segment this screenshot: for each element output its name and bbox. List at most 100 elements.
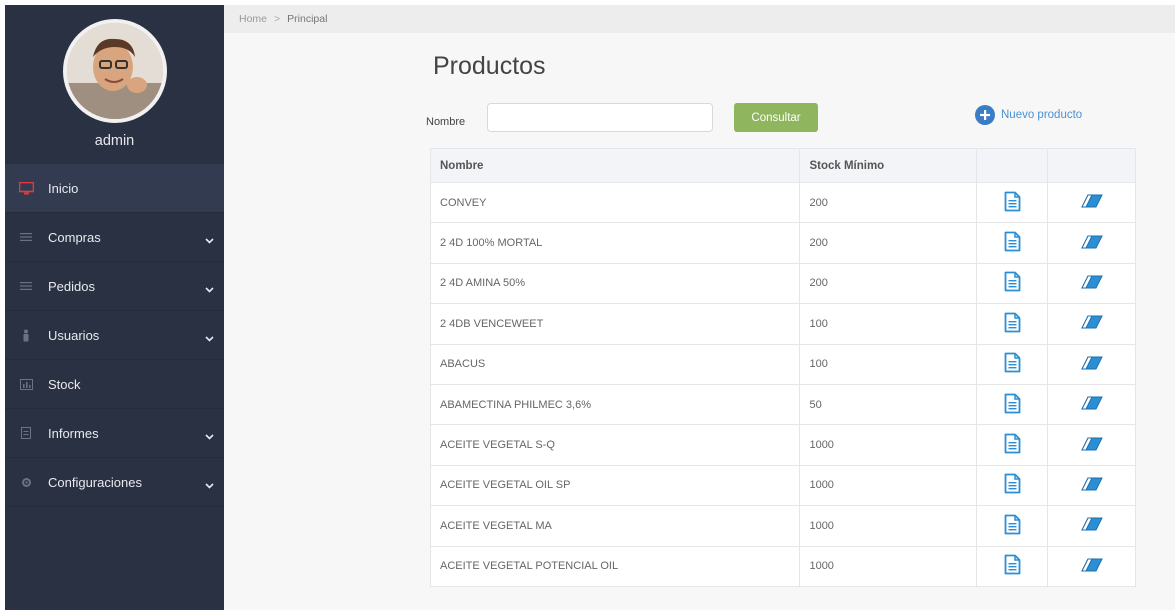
document-icon[interactable] [1004, 554, 1021, 575]
product-name-cell: 2 4D AMINA 50% [429, 262, 801, 305]
sidebar-item-inicio[interactable]: Inicio [5, 164, 224, 213]
document-icon[interactable] [1004, 271, 1021, 292]
document-icon[interactable] [1004, 433, 1021, 454]
edit-cell [1047, 383, 1136, 426]
sidebar-item-usuarios[interactable]: Usuarios [5, 311, 224, 360]
edit-cell [1047, 303, 1136, 345]
product-name-cell: ACEITE VEGETAL OIL SP [429, 464, 801, 507]
stock-minimo-cell: 100 [799, 343, 978, 385]
product-name-cell: ACEITE VEGETAL POTENCIAL OIL [429, 545, 801, 587]
sidebar: admin Inicio Compras Pedidos Usuarios St… [5, 5, 224, 610]
eraser-icon[interactable] [1080, 355, 1104, 371]
view-cell [976, 343, 1049, 385]
eraser-icon[interactable] [1080, 274, 1104, 290]
table-row: 2 4D AMINA 50% 200 [429, 262, 1136, 305]
main-content: Home > Principal Productos Nombre Consul… [224, 5, 1175, 610]
name-search-input[interactable] [487, 103, 713, 132]
chevron-down-icon [205, 232, 214, 247]
breadcrumb-home[interactable]: Home [239, 13, 267, 25]
new-product-label: Nuevo producto [1001, 109, 1083, 121]
consultar-button[interactable]: Consultar [734, 103, 818, 132]
edit-cell [1047, 505, 1136, 547]
column-header-view [976, 148, 1049, 183]
stock-minimo-cell: 200 [799, 222, 978, 264]
stock-minimo-cell: 1000 [799, 545, 978, 587]
document-icon[interactable] [1004, 231, 1021, 252]
breadcrumb: Home > Principal [224, 5, 1175, 33]
avatar[interactable] [63, 19, 167, 123]
sidebar-item-label: Stock [48, 376, 81, 392]
sidebar-item-label: Informes [48, 425, 99, 441]
table-row: ACEITE VEGETAL POTENCIAL OIL 1000 [429, 545, 1136, 587]
view-cell [976, 383, 1049, 426]
edit-cell [1047, 343, 1136, 385]
sidebar-item-label: Usuarios [48, 327, 100, 343]
view-cell [976, 505, 1049, 547]
list-icon [17, 279, 35, 293]
sidebar-nav: Inicio Compras Pedidos Usuarios Stock In… [5, 164, 224, 507]
column-header-stock-minimo[interactable]: Stock Mínimo [799, 148, 978, 183]
eraser-icon[interactable] [1080, 193, 1104, 209]
document-icon[interactable] [1004, 473, 1021, 494]
name-filter-label: Nombre [426, 116, 466, 128]
page-title: Productos [433, 52, 546, 80]
edit-cell [1047, 181, 1136, 224]
stock-minimo-cell: 200 [799, 262, 978, 305]
eraser-icon[interactable] [1080, 395, 1104, 411]
view-cell [976, 181, 1049, 224]
eraser-icon[interactable] [1080, 436, 1104, 452]
sidebar-item-compras[interactable]: Compras [5, 213, 224, 262]
eraser-icon[interactable] [1080, 314, 1104, 330]
product-name-cell: CONVEY [429, 181, 801, 224]
eraser-icon[interactable] [1080, 234, 1104, 250]
table-row: CONVEY 200 [429, 181, 1136, 224]
view-cell [976, 424, 1049, 466]
document-icon[interactable] [1004, 312, 1021, 333]
document-icon[interactable] [1004, 393, 1021, 414]
sidebar-item-informes[interactable]: Informes [5, 409, 224, 458]
edit-cell [1047, 545, 1136, 587]
edit-cell [1047, 262, 1136, 305]
document-icon[interactable] [1004, 514, 1021, 535]
product-name-cell: ACEITE VEGETAL MA [429, 505, 801, 547]
stock-minimo-cell: 200 [799, 181, 978, 224]
edit-cell [1047, 424, 1136, 466]
products-table: Nombre Stock Mínimo CONVEY 200 2 4D 100%… [429, 148, 1136, 587]
view-cell [976, 545, 1049, 587]
sidebar-item-pedidos[interactable]: Pedidos [5, 262, 224, 311]
monitor-icon [17, 181, 35, 195]
plus-circle-icon [975, 105, 995, 125]
username: admin [94, 133, 135, 149]
table-row: ACEITE VEGETAL OIL SP 1000 [429, 464, 1136, 507]
document-icon [17, 426, 35, 440]
eraser-icon[interactable] [1080, 557, 1104, 573]
eraser-icon[interactable] [1080, 516, 1104, 532]
sidebar-item-label: Configuraciones [48, 474, 142, 490]
new-product-link[interactable]: Nuevo producto [975, 105, 1082, 125]
view-cell [976, 222, 1049, 264]
table-row: ABAMECTINA PHILMEC 3,6% 50 [429, 383, 1136, 426]
eraser-icon[interactable] [1080, 476, 1104, 492]
user-profile: admin [5, 5, 224, 164]
sidebar-item-configuraciones[interactable]: Configuraciones [5, 458, 224, 507]
table-row: ACEITE VEGETAL MA 1000 [429, 505, 1136, 547]
stock-minimo-cell: 50 [799, 383, 978, 426]
stock-minimo-cell: 1000 [799, 424, 978, 466]
column-header-nombre[interactable]: Nombre [429, 148, 801, 183]
chevron-down-icon [205, 428, 214, 443]
product-name-cell: 2 4DB VENCEWEET [429, 303, 801, 345]
products-table-container: Nombre Stock Mínimo CONVEY 200 2 4D 100%… [429, 148, 1136, 587]
product-name-cell: 2 4D 100% MORTAL [429, 222, 801, 264]
edit-cell [1047, 222, 1136, 264]
column-header-edit [1047, 148, 1136, 183]
chevron-down-icon [205, 330, 214, 345]
view-cell [976, 303, 1049, 345]
breadcrumb-separator: > [274, 13, 281, 25]
user-icon [17, 328, 35, 342]
table-row: 2 4DB VENCEWEET 100 [429, 303, 1136, 345]
document-icon[interactable] [1004, 352, 1021, 373]
chevron-down-icon [205, 281, 214, 296]
view-cell [976, 464, 1049, 507]
document-icon[interactable] [1004, 191, 1021, 212]
sidebar-item-stock[interactable]: Stock [5, 360, 224, 409]
